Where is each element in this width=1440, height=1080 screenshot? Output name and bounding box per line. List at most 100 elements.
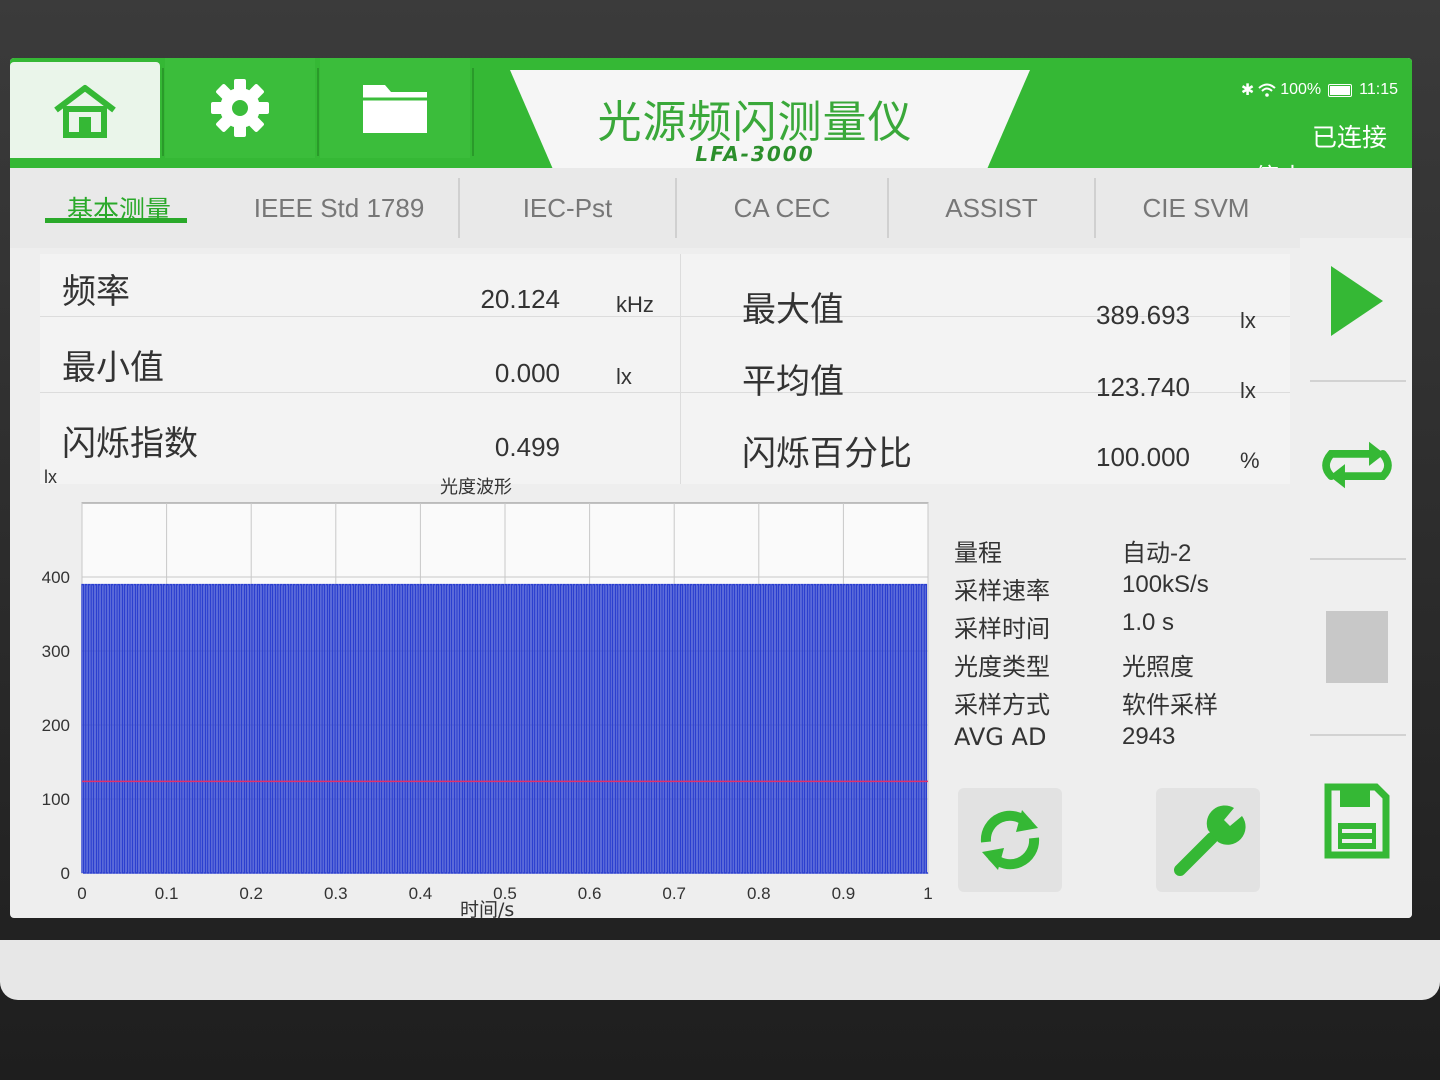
status-bar: ✱ 100% 11:15 [1241, 80, 1398, 100]
waveform-chart: 光度波形 lx 时间/s 0 0.1 0.2 0.3 0.4 0.5 0.6 0.7 0.8 0.… [10, 463, 950, 918]
info-row-sample-rate: 采样速率 100kS/s [954, 571, 1274, 609]
x-tick-label: 0.8 [747, 884, 771, 903]
info-value: 软件采样 [1122, 692, 1218, 719]
info-key: AVG AD [954, 723, 1047, 751]
chart-title: 光度波形 [440, 477, 512, 498]
min-value: 0.000 [494, 358, 560, 388]
tab-bar: 基本测量 IEEE Std 1789 IEC-Pst CA CEC ASSIST… [10, 168, 1412, 248]
waveform-plot: 0 0.1 0.2 0.3 0.4 0.5 0.6 0.7 0.8 0.9 101002003004… [42, 502, 933, 903]
refresh-icon [980, 810, 1040, 870]
x-axis-label: 时间/s [460, 899, 515, 918]
flicker-percent-value: 100.000 [1096, 442, 1190, 472]
app-model: LFA-3000 [695, 142, 815, 166]
app-title: 光源频闪测量仪 [597, 97, 913, 148]
battery-icon [1328, 83, 1353, 97]
play-icon [1331, 266, 1383, 336]
loop-icon [1322, 441, 1392, 489]
sidebar-divider [1310, 558, 1406, 560]
loop-button[interactable] [1314, 422, 1400, 508]
nav-divider [162, 68, 164, 156]
flicker-percent-unit: % [1240, 448, 1260, 473]
info-row-avg-ad: AVG AD 2943 [954, 723, 1274, 761]
frequency-unit: kHz [616, 292, 654, 317]
battery-percent: 100% [1280, 81, 1322, 98]
stop-square-icon [1326, 611, 1388, 683]
tab-basic-measurement[interactable]: 基本测量 [40, 178, 198, 238]
x-tick-label: 0.4 [409, 884, 433, 903]
flicker-index-value: 0.499 [494, 432, 560, 462]
info-key: 采样方式 [954, 691, 1050, 719]
info-row-sample-time: 采样时间 1.0 s [954, 609, 1274, 647]
home-icon [54, 85, 116, 138]
save-button[interactable] [1314, 778, 1400, 864]
x-tick-label: 0 [77, 884, 86, 903]
active-tab-indicator [45, 218, 187, 223]
waveform-series [81, 583, 928, 874]
y-tick-label: 0 [61, 864, 70, 883]
max-label: 最大值 [742, 290, 844, 330]
x-tick-label: 0.1 [155, 884, 179, 903]
y-tick-label: 100 [42, 790, 70, 809]
info-key: 采样速率 [954, 577, 1050, 605]
gear-icon [211, 79, 269, 137]
folder-icon [363, 85, 427, 133]
measurement-panel: 频率 20.124 kHz 最小值 0.000 lx 闪烁指数 0.499 最大… [40, 254, 1290, 484]
refresh-button[interactable] [958, 788, 1062, 892]
files-button[interactable] [320, 58, 470, 158]
tab-assist[interactable]: ASSIST [889, 178, 1096, 238]
info-value: 1.0 s [1122, 609, 1175, 636]
avg-value: 123.740 [1096, 372, 1190, 402]
column-divider [680, 254, 681, 484]
frequency-label: 频率 [62, 272, 130, 312]
info-value: 100kS/s [1122, 571, 1209, 598]
y-tick-label: 200 [42, 716, 70, 735]
avg-unit: lx [1240, 378, 1256, 403]
start-button[interactable] [1314, 258, 1400, 344]
info-value: 光照度 [1122, 654, 1194, 681]
info-key: 量程 [954, 539, 1002, 567]
info-key: 采样时间 [954, 615, 1050, 643]
y-tick-label: 400 [42, 568, 70, 587]
x-tick-label: 1 [923, 884, 932, 903]
info-row-range: 量程 自动-2 [954, 533, 1274, 571]
info-row-sampling-mode: 采样方式 软件采样 [954, 685, 1274, 723]
stop-button[interactable] [1314, 604, 1400, 690]
x-tick-label: 0.7 [662, 884, 686, 903]
clock: 11:15 [1359, 81, 1398, 98]
wrench-icon [1174, 805, 1246, 876]
info-key: 光度类型 [954, 653, 1050, 681]
device-screen: 光源频闪测量仪 LFA-3000 ✱ 100% 11:15 已连接 停止 基本测… [10, 58, 1412, 918]
y-axis-label: lx [44, 467, 57, 487]
tools-button[interactable] [1156, 788, 1260, 892]
sidebar-divider [1310, 380, 1406, 382]
tab-iec-pst[interactable]: IEC-Pst [460, 178, 677, 238]
bluetooth-icon: ✱ [1240, 82, 1255, 99]
tab-ca-cec[interactable]: CA CEC [677, 178, 889, 238]
info-row-photometric-type: 光度类型 光照度 [954, 647, 1274, 685]
nav-divider [472, 68, 474, 156]
wifi-icon [1258, 83, 1276, 97]
min-label: 最小值 [62, 348, 164, 388]
avg-label: 平均值 [742, 362, 844, 402]
max-unit: lx [1240, 308, 1256, 333]
max-value: 389.693 [1096, 300, 1190, 330]
tab-ieee-1789[interactable]: IEEE Std 1789 [220, 178, 460, 238]
flicker-index-label: 闪烁指数 [62, 424, 198, 464]
sidebar-divider [1310, 734, 1406, 736]
save-icon [1324, 783, 1390, 859]
x-tick-label: 0.9 [832, 884, 856, 903]
right-sidebar [1300, 238, 1412, 918]
frequency-value: 20.124 [480, 284, 560, 314]
device-bezel-bottom [0, 940, 1440, 1000]
nav-divider [317, 68, 319, 156]
x-tick-label: 0.2 [239, 884, 263, 903]
home-button[interactable] [10, 62, 160, 158]
tab-cie-svm[interactable]: CIE SVM [1096, 178, 1296, 238]
min-unit: lx [616, 364, 632, 389]
settings-button[interactable] [165, 58, 315, 158]
x-tick-label: 0.3 [324, 884, 348, 903]
x-tick-label: 0.6 [578, 884, 602, 903]
info-value: 2943 [1122, 723, 1176, 750]
connection-status: 已连接 [1312, 123, 1388, 152]
y-tick-label: 300 [42, 642, 70, 661]
